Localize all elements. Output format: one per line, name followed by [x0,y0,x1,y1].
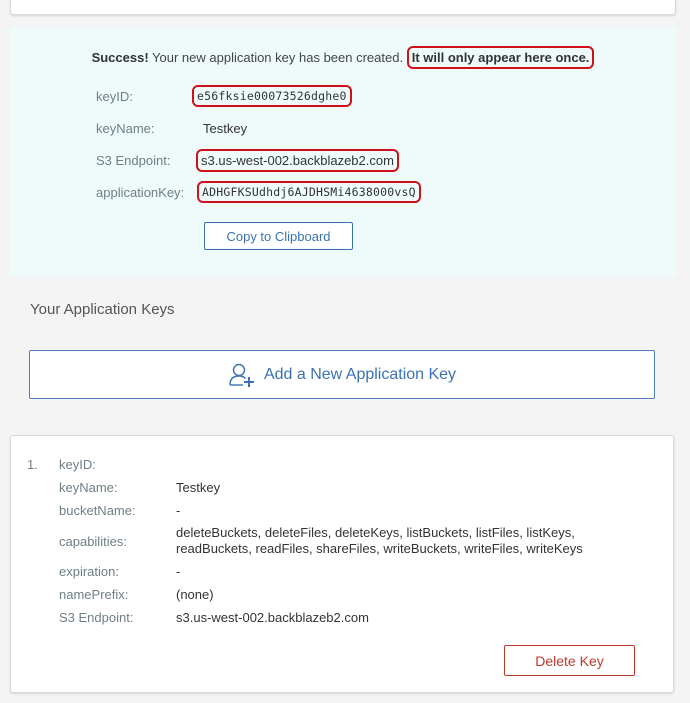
capabilities-line-2: readBuckets, readFiles, shareFiles, writ… [176,541,583,556]
application-key-card: 1. keyID: keyName: Testkey bucketName: -… [10,435,674,693]
key-number: 1. [27,457,38,472]
copy-to-clipboard-button[interactable]: Copy to Clipboard [204,222,353,250]
nameprefix-label: namePrefix: [59,587,129,602]
delete-key-button[interactable]: Delete Key [504,645,635,676]
success-strong: Success! [91,50,149,65]
keyid-label: keyID: [59,457,96,472]
nameprefix-value: (none) [176,587,214,602]
expiration-label: expiration: [59,564,119,579]
keyid-value[interactable]: e56fksie00073526dghe0 [192,85,352,107]
s3-endpoint-label: S3 Endpoint: [59,610,134,625]
previous-card [10,0,676,15]
keyname-value: Testkey [176,480,221,495]
bucketname-label: bucketName: [59,503,136,518]
success-text: Your new application key has been create… [152,50,404,65]
success-panel: Success! Your new application key has be… [10,27,676,276]
keyname-label: keyName: [96,121,155,136]
s3-endpoint-label: S3 Endpoint: [96,153,171,168]
capabilities-label: capabilities: [59,534,127,549]
keyid-label: keyID: [96,89,133,104]
s3-endpoint-value[interactable]: s3.us-west-002.backblazeb2.com [196,149,399,172]
keyname-value: Testkey [203,121,248,136]
keyname-label: keyName: [59,480,118,495]
add-user-icon [228,362,256,388]
capabilities-line-1: deleteBuckets, deleteFiles, deleteKeys, … [176,525,575,540]
bucketname-value: - [176,503,181,518]
applicationkey-value[interactable]: ADHGFKSUdhdj6AJDHSMi4638000vsQ [197,181,421,203]
s3-endpoint-value: s3.us-west-002.backblazeb2.com [176,610,369,625]
expiration-value: - [176,564,181,579]
capabilities-value: deleteBuckets, deleteFiles, deleteKeys, … [176,525,583,557]
add-application-key-button[interactable]: Add a New Application Key [29,350,655,399]
section-title: Your Application Keys [30,301,175,318]
add-application-key-label: Add a New Application Key [263,365,457,383]
applicationkey-label: applicationKey: [96,185,185,200]
once-warning: It will only appear here once. [406,46,595,69]
success-message: Success! Your new application key has be… [10,46,676,69]
